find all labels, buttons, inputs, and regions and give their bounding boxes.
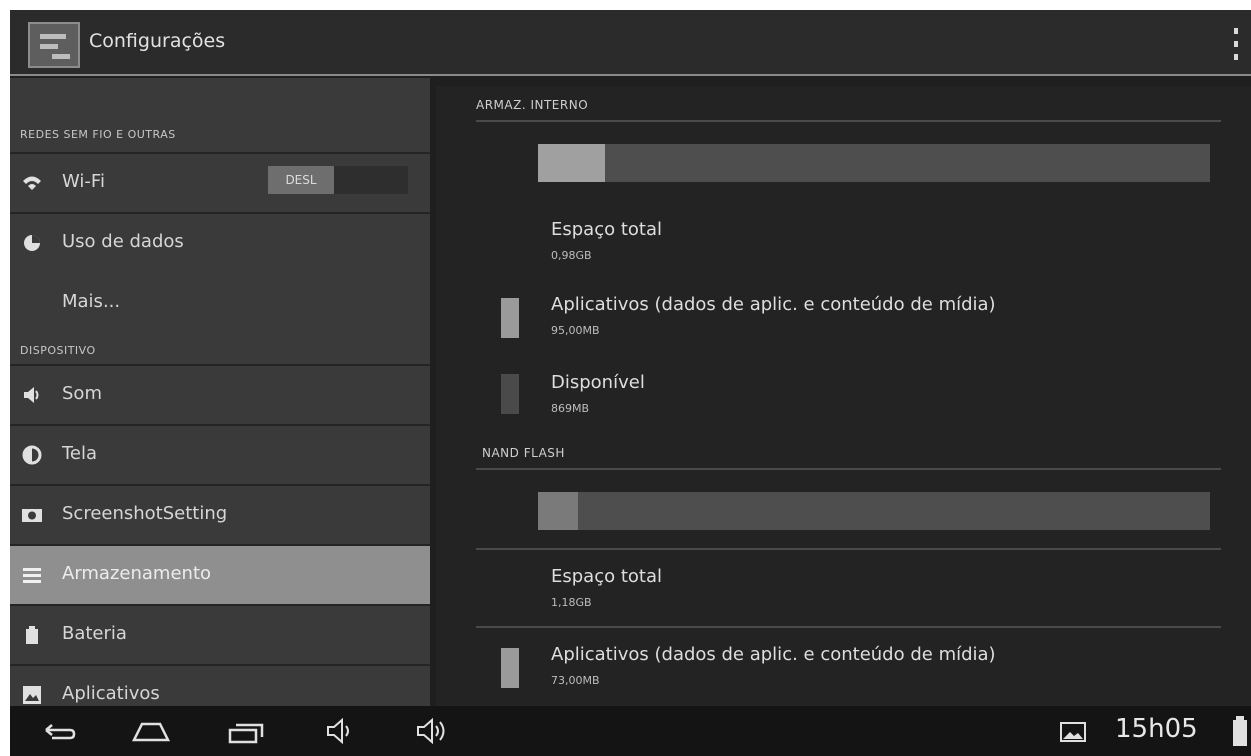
camera-icon [22,509,42,522]
section-header-internal-storage: ARMAZ. INTERNO [476,98,589,112]
sidebar-item-more[interactable]: Mais... [10,274,430,326]
nand-storage-usage-bar [538,492,1210,530]
speaker-icon [24,387,39,403]
settings-sidebar: REDES SEM FIO E OUTRAS Wi-Fi DESL Uso de… [10,78,430,706]
system-navigation-bar: 15h05 [10,706,1251,756]
internal-total-space-value: 0,98GB [551,249,592,262]
sidebar-item-label: Armazenamento [62,563,212,584]
action-bar: Configurações [10,10,1251,76]
sidebar-item-label: Tela [62,443,98,464]
sidebar-item-display[interactable]: Tela [10,426,430,484]
internal-apps-value: 95,00MB [551,324,600,337]
storage-icon [23,568,41,583]
sidebar-item-label: Bateria [62,623,127,644]
home-icon[interactable] [130,706,172,756]
nand-total-space-value: 1,18GB [551,596,592,609]
overflow-menu-icon[interactable] [1227,28,1245,62]
battery-icon [26,626,38,644]
volume-up-icon[interactable] [412,706,458,756]
gallery-notification-icon[interactable] [1058,706,1088,756]
internal-apps-title: Aplicativos (dados de aplic. e conteúdo … [551,294,996,315]
sidebar-item-data-usage[interactable]: Uso de dados [10,214,430,272]
apps-icon [23,686,41,704]
wifi-toggle-off-label: DESL [268,166,334,194]
app-title: Configurações [89,30,226,52]
internal-available-title: Disponível [551,372,645,393]
nand-storage-used-fill [538,492,579,530]
sidebar-item-label: Aplicativos [62,683,160,704]
volume-down-icon[interactable] [322,706,362,756]
sidebar-item-label: Uso de dados [62,231,184,252]
sidebar-item-battery[interactable]: Bateria [10,606,430,664]
sidebar-item-label: Mais... [62,291,121,312]
recent-apps-icon[interactable] [224,706,268,756]
section-header-wireless: REDES SEM FIO E OUTRAS [20,128,176,141]
sidebar-item-label: Som [62,383,102,404]
nand-apps-color-swatch [501,648,519,688]
nand-apps-title: Aplicativos (dados de aplic. e conteúdo … [551,644,996,665]
section-header-nand-flash: NAND FLASH [482,446,565,460]
available-color-swatch [501,374,519,414]
status-clock: 15h05 [1115,714,1198,744]
internal-storage-usage-bar [538,144,1210,182]
section-header-device: DISPOSITIVO [20,344,96,357]
apps-color-swatch [501,298,519,338]
android-settings-screen: Configurações REDES SEM FIO E OUTRAS Wi-… [10,10,1251,756]
sidebar-item-storage[interactable]: Armazenamento [10,546,430,604]
storage-details-panel: ARMAZ. INTERNO Espaço total 0,98GB Aplic… [436,86,1251,706]
wifi-toggle[interactable]: DESL [268,166,408,194]
internal-total-space-title: Espaço total [551,219,662,240]
sidebar-item-screenshot-setting[interactable]: ScreenshotSetting [10,486,430,544]
sidebar-item-label: Wi-Fi [62,171,105,192]
battery-status-icon [1233,716,1247,746]
brightness-icon [22,445,42,465]
sidebar-item-sound[interactable]: Som [10,366,430,424]
nand-total-space-title: Espaço total [551,566,662,587]
wifi-icon [23,176,41,190]
data-usage-icon [24,235,40,251]
settings-app-icon[interactable] [28,22,80,68]
internal-available-value: 869MB [551,402,590,415]
sidebar-item-label: ScreenshotSetting [62,503,228,524]
internal-storage-used-fill [538,144,606,182]
nand-apps-value: 73,00MB [551,674,600,687]
sidebar-item-apps[interactable]: Aplicativos [10,666,430,706]
back-icon[interactable] [38,706,78,756]
